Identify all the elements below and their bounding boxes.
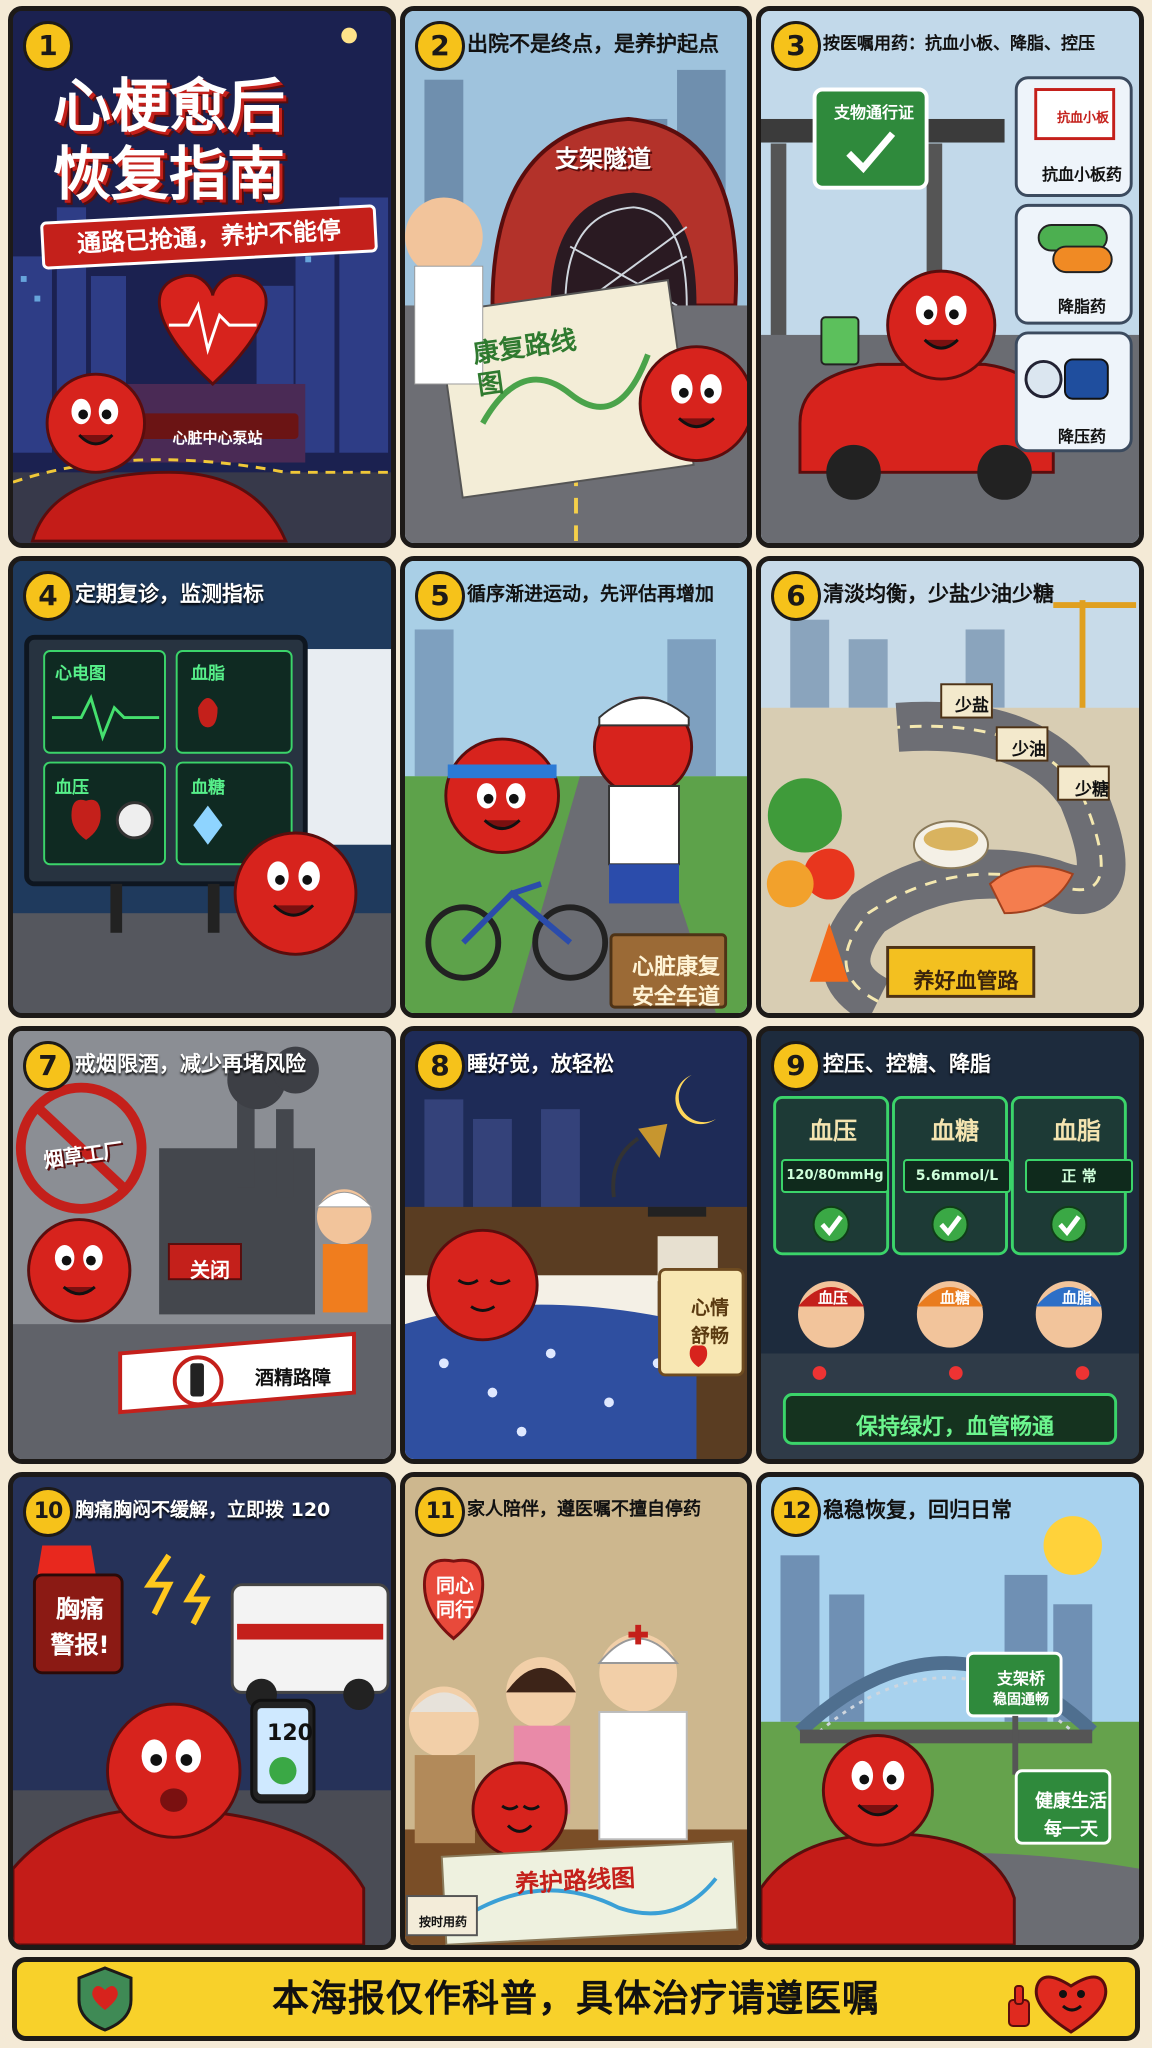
panel-4: 4 定期复诊，监测指标 心电图 血脂 血压 血糖 xyxy=(8,556,396,1018)
panel-7: 7 戒烟限酒，减少再堵风险 烟草工厂 关闭 酒精路障 xyxy=(8,1026,396,1464)
chest-pain-alarm-line-1: 胸痛 xyxy=(56,1595,104,1623)
screen-label-bp: 血压 xyxy=(55,778,89,798)
med-label-bp: 降压药 xyxy=(1057,427,1106,446)
metric-value-bp: 120/80mmHg xyxy=(781,1159,889,1193)
step-badge: 10 xyxy=(23,1487,73,1537)
panel-6: 6 清淡均衡，少盐少油少糖 少盐 少油 少糖 养好血管路 xyxy=(756,556,1144,1018)
phone-120: 120 xyxy=(267,1721,313,1746)
mood-card-line-2: 舒畅 xyxy=(690,1325,729,1347)
panel-title: 戒烟限酒，减少再堵风险 xyxy=(75,1052,306,1076)
mood-card-line-1: 心情 xyxy=(690,1297,729,1319)
step-badge: 6 xyxy=(771,571,821,621)
step-badge: 12 xyxy=(771,1487,821,1537)
screen-label-glucose: 血糖 xyxy=(191,778,225,798)
panel-2-scene xyxy=(405,11,747,543)
panel-9-scene xyxy=(761,1031,1139,1459)
panel-2: 2 出院不是终点，是养护起点 支架隧道 康复路线图 xyxy=(400,6,752,548)
stent-bridge-sign-line-2: 稳固通畅 xyxy=(993,1692,1049,1708)
panel-title: 定期复诊，监测指标 xyxy=(75,582,264,606)
panel-3-scene xyxy=(761,11,1139,543)
step-badge: 1 xyxy=(23,21,73,71)
med-box-label: 抗血小板 xyxy=(1056,111,1109,126)
shield-heart-icon xyxy=(77,1966,133,2032)
drug-pass-sign: 支物通行证 xyxy=(833,103,914,122)
healthy-life-sign-line-1: 健康生活 xyxy=(1035,1791,1107,1812)
panel-title: 按医嘱用药：抗血小板、降脂、控压 xyxy=(823,34,1095,54)
metric-name-glucose: 血糖 xyxy=(931,1117,979,1145)
panel-5-scene xyxy=(405,561,747,1013)
healthy-life-sign-line-2: 每一天 xyxy=(1044,1819,1098,1840)
panel-title: 稳稳恢复，回归日常 xyxy=(823,1498,1012,1522)
heart-sign-line-2: 同行 xyxy=(435,1599,474,1621)
panel-12: 12 稳稳恢复，回归日常 支架桥 稳固通畅 健康生活 每一天 xyxy=(756,1472,1144,1950)
med-label-antiplatelet: 抗血小板药 xyxy=(1041,165,1122,184)
panel-title: 睡好觉，放轻松 xyxy=(467,1052,614,1076)
screen-label-ecg: 心电图 xyxy=(55,664,106,684)
step-badge: 4 xyxy=(23,571,73,621)
panel-8: 8 睡好觉，放轻松 心情 舒畅 xyxy=(400,1026,752,1464)
sign-less-salt: 少盐 xyxy=(955,696,989,716)
step-badge: 9 xyxy=(771,1041,821,1091)
panel-title: 控压、控糖、降脂 xyxy=(823,1052,991,1076)
step-badge: 7 xyxy=(23,1041,73,1091)
console-banner: 保持绿灯，血管畅通 xyxy=(855,1415,1054,1440)
station-sign: 心脏中心泵站 xyxy=(172,429,263,447)
step-badge: 2 xyxy=(415,21,465,71)
stent-bridge-sign-line-1: 支架桥 xyxy=(996,1669,1045,1688)
panel-9: 9 控压、控糖、降脂 血压 血糖 血脂 120/80mmHg 5.6mmol/L… xyxy=(756,1026,1144,1464)
panel-1: 1 心梗愈后 恢复指南 通路已抢通，养护不能停 心脏中心泵站 xyxy=(8,6,396,548)
step-badge: 5 xyxy=(415,571,465,621)
panel-10-scene xyxy=(13,1477,391,1945)
poster-title-line-2: 恢复指南 xyxy=(53,140,286,208)
tunnel-sign: 支架隧道 xyxy=(555,145,651,173)
operator-helmet-glucose: 血糖 xyxy=(939,1289,970,1307)
panel-7-scene xyxy=(13,1031,391,1459)
operator-helmet-lipid: 血脂 xyxy=(1061,1289,1092,1307)
metric-value-lipid: 正 常 xyxy=(1025,1159,1133,1193)
alcohol-barrier-sign: 酒精路障 xyxy=(254,1367,331,1389)
panel-title: 胸痛胸闷不缓解，立即拨 120 xyxy=(75,1499,331,1521)
metric-name-lipid: 血脂 xyxy=(1053,1117,1101,1145)
sign-less-sugar: 少糖 xyxy=(1075,780,1109,800)
heart-sign-line-1: 同心 xyxy=(435,1575,474,1597)
med-label-lipid: 降脂药 xyxy=(1057,297,1106,316)
panel-5: 5 循序渐进运动，先评估再增加 心脏康复 安全车道 xyxy=(400,556,752,1018)
rehab-lane-sign-line-1: 心脏康复 xyxy=(631,955,720,980)
screen-label-lipid: 血脂 xyxy=(191,664,225,684)
step-badge: 3 xyxy=(771,21,821,71)
panel-8-scene xyxy=(405,1031,747,1459)
operator-helmet-bp: 血压 xyxy=(817,1289,848,1307)
panel-11: 11 家人陪伴，遵医嘱不擅自停药 同心 同行 养护路线图 按时用药 xyxy=(400,1472,752,1950)
panel-title: 清淡均衡，少盐少油少糖 xyxy=(823,582,1054,606)
panel-title: 出院不是终点，是养护起点 xyxy=(467,32,719,56)
vessel-care-sign: 养好血管路 xyxy=(913,969,1019,993)
panel-title: 循序渐进运动，先评估再增加 xyxy=(467,583,715,605)
sign-less-oil: 少油 xyxy=(1012,740,1046,760)
recovery-poster: 1 心梗愈后 恢复指南 通路已抢通，养护不能停 心脏中心泵站 2 出院不是终点，… xyxy=(0,0,1152,2048)
rehab-lane-sign-line-2: 安全车道 xyxy=(631,985,720,1010)
step-badge: 11 xyxy=(415,1487,465,1537)
chest-pain-alarm-line-2: 警报! xyxy=(50,1631,110,1659)
metric-name-bp: 血压 xyxy=(809,1117,857,1145)
take-meds-note: 按时用药 xyxy=(418,1915,467,1929)
step-badge: 8 xyxy=(415,1041,465,1091)
panel-12-scene xyxy=(761,1477,1139,1945)
disclaimer-banner: 本海报仅作科普，具体治疗请遵医嘱 xyxy=(12,1957,1140,2041)
disclaimer-text: 本海报仅作科普，具体治疗请遵医嘱 xyxy=(272,1977,880,2020)
panel-title: 家人陪伴，遵医嘱不擅自停药 xyxy=(467,1499,701,1520)
closed-sign: 关闭 xyxy=(190,1258,230,1282)
thumbs-up-heart-icon xyxy=(1008,1975,1108,2034)
metric-value-glucose: 5.6mmol/L xyxy=(903,1159,1011,1193)
panel-3: 3 按医嘱用药：抗血小板、降脂、控压 支物通行证 抗血小板 抗血小板药 降脂药 … xyxy=(756,6,1144,548)
panel-10: 10 胸痛胸闷不缓解，立即拨 120 胸痛 警报! 120 xyxy=(8,1472,396,1950)
